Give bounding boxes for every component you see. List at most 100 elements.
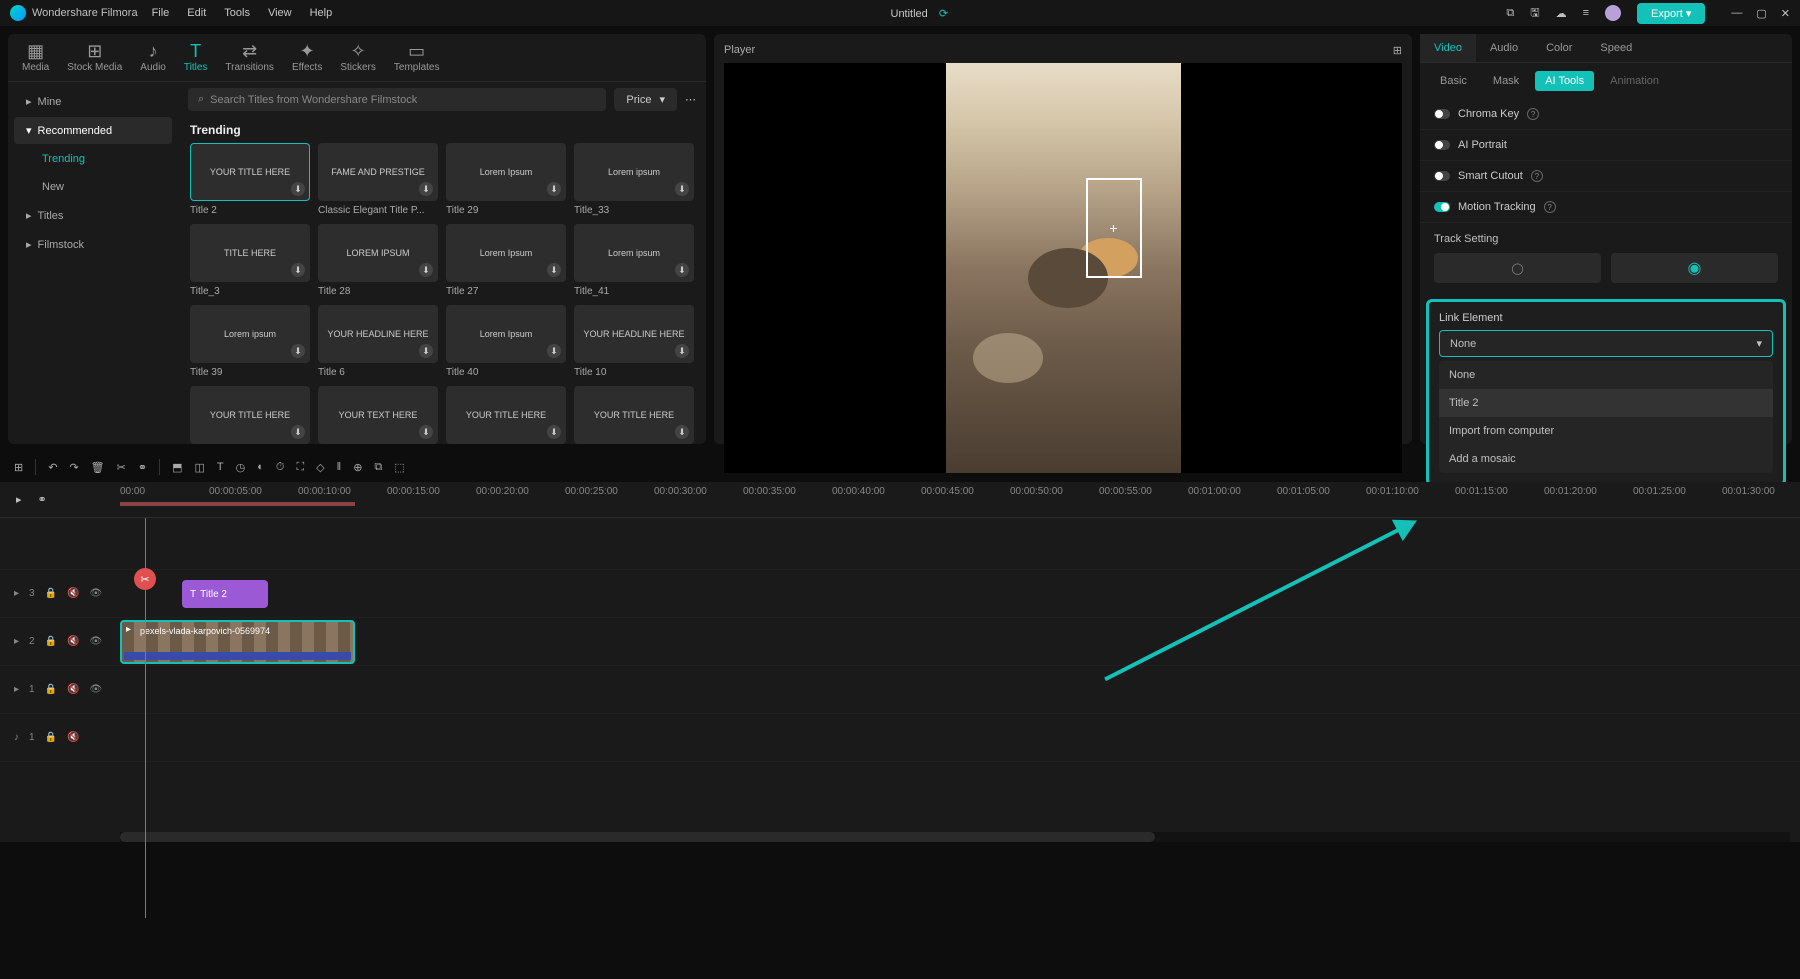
undo-icon[interactable]: ↶	[48, 461, 57, 474]
asset-item[interactable]: YOUR HEADLINE HERE⬇Title 6	[318, 305, 438, 378]
tag-icon[interactable]: ⬒	[172, 461, 182, 474]
extra-icon[interactable]: ⬚	[394, 461, 404, 474]
layout-icon[interactable]: ⊞	[14, 461, 23, 474]
sidebar-item-titles[interactable]: ▸Titles	[14, 202, 172, 229]
lock-icon[interactable]: 🔒	[45, 588, 57, 599]
mute-icon[interactable]: 🔇	[67, 684, 79, 695]
asset-item[interactable]: LOREM IPSUM⬇Title 28	[318, 224, 438, 297]
download-icon[interactable]: ⬇	[547, 182, 561, 196]
download-icon[interactable]: ⬇	[291, 182, 305, 196]
text-icon[interactable]: T	[217, 461, 224, 473]
row-motion[interactable]: Motion Tracking ?	[1420, 192, 1792, 223]
maximize-icon[interactable]: ▢	[1756, 7, 1766, 20]
asset-thumbnail[interactable]: Lorem Ipsum⬇	[446, 224, 566, 282]
subtab-basic[interactable]: Basic	[1430, 71, 1477, 91]
sidebar-item-new[interactable]: New	[14, 174, 172, 200]
tab-audio[interactable]: ♪Audio	[140, 42, 166, 73]
track3-icon[interactable]: ▸	[14, 588, 19, 599]
track2-body[interactable]: ▸pexels-vlada-karpovich-0569974	[120, 618, 1800, 665]
sidebar-item-recommended[interactable]: ▾Recommended	[14, 117, 172, 144]
asset-item[interactable]: TITLE HERE⬇Title_3	[190, 224, 310, 297]
track-setting-b[interactable]: ◉	[1611, 253, 1778, 283]
effect-icon[interactable]: ◇	[316, 461, 324, 474]
asset-item[interactable]: FAME AND PRESTIGE⬇Classic Elegant Title …	[318, 143, 438, 216]
motion-track-box[interactable]	[1086, 178, 1142, 278]
eye-icon[interactable]: 👁	[90, 636, 103, 647]
ruler-link-icon[interactable]: ⚭	[38, 493, 47, 506]
asset-item[interactable]: YOUR TITLE HERE⬇Title 14	[190, 386, 310, 444]
menu-tools[interactable]: Tools	[224, 7, 250, 19]
download-icon[interactable]: ⬇	[547, 344, 561, 358]
rtab-color[interactable]: Color	[1532, 34, 1586, 62]
rtab-audio[interactable]: Audio	[1476, 34, 1532, 62]
subtab-animation[interactable]: Animation	[1600, 71, 1669, 91]
asset-item[interactable]: Lorem Ipsum⬇Title 29	[446, 143, 566, 216]
mute-icon[interactable]: 🔇	[67, 732, 79, 743]
asset-thumbnail[interactable]: LOREM IPSUM⬇	[318, 224, 438, 282]
tab-media[interactable]: ▦Media	[22, 42, 49, 73]
asset-item[interactable]: Lorem Ipsum⬇Title 27	[446, 224, 566, 297]
track1-body[interactable]	[120, 666, 1800, 713]
asset-item[interactable]: YOUR TITLE HERE⬇Title 2	[190, 143, 310, 216]
row-chroma[interactable]: Chroma Key ?	[1420, 99, 1792, 130]
help-icon[interactable]: ?	[1544, 201, 1556, 213]
eye-icon[interactable]: 👁	[90, 684, 103, 695]
sidebar-item-filmstock[interactable]: ▸Filmstock	[14, 231, 172, 258]
price-dropdown[interactable]: Price▾	[614, 88, 677, 111]
track1-icon[interactable]: ▸	[14, 684, 19, 695]
asset-thumbnail[interactable]: YOUR TEXT HERE⬇	[318, 386, 438, 444]
lock-icon[interactable]: 🔒	[45, 684, 57, 695]
download-icon[interactable]: ⬇	[291, 344, 305, 358]
subtab-aitools[interactable]: AI Tools	[1535, 71, 1594, 91]
speed-icon[interactable]: ◷	[236, 461, 246, 474]
mute-icon[interactable]: 🔇	[67, 588, 79, 599]
asset-thumbnail[interactable]: Lorem Ipsum⬇	[446, 305, 566, 363]
clip-title[interactable]: TTitle 2	[182, 580, 268, 608]
menu-view[interactable]: View	[268, 7, 292, 19]
export-button[interactable]: Export ▾	[1637, 3, 1705, 24]
dd-option-title2[interactable]: Title 2	[1439, 389, 1773, 417]
cloud-sync-icon[interactable]: ⟳	[939, 8, 948, 20]
sidebar-item-mine[interactable]: ▸Mine	[14, 88, 172, 115]
eye-icon[interactable]: 👁	[90, 588, 103, 599]
tab-transitions[interactable]: ⇄Transitions	[225, 42, 274, 73]
align-icon[interactable]: ‖	[337, 461, 342, 473]
help-icon[interactable]: ?	[1527, 108, 1539, 120]
devices-icon[interactable]: ⧉	[1506, 7, 1514, 20]
minimize-icon[interactable]: —	[1731, 7, 1742, 20]
marker-add-icon[interactable]: ⊕	[353, 461, 362, 474]
expand-icon[interactable]: ⛶	[296, 461, 304, 474]
track-setting-a[interactable]: ◯	[1434, 253, 1601, 283]
search-input[interactable]: ⌕Search Titles from Wondershare Filmstoc…	[188, 88, 606, 111]
asset-thumbnail[interactable]: Lorem ipsum⬇	[574, 224, 694, 282]
delete-icon[interactable]: 🗑	[91, 461, 105, 474]
menu-icon[interactable]: ≡	[1583, 7, 1589, 19]
playhead-handle[interactable]: ✂	[134, 568, 156, 590]
download-icon[interactable]: ⬇	[547, 425, 561, 439]
rtab-video[interactable]: Video	[1420, 34, 1476, 62]
range-selection[interactable]	[120, 502, 355, 506]
redo-icon[interactable]: ↷	[69, 461, 78, 474]
asset-item[interactable]: YOUR TEXT HERE⬇New Title 2	[318, 386, 438, 444]
clock-icon[interactable]: ⏱	[276, 461, 285, 474]
asset-item[interactable]: Lorem ipsum⬇Title_41	[574, 224, 694, 297]
asset-thumbnail[interactable]: FAME AND PRESTIGE⬇	[318, 143, 438, 201]
asset-thumbnail[interactable]: YOUR TITLE HERE⬇	[190, 143, 310, 201]
dd-option-import[interactable]: Import from computer	[1439, 417, 1773, 445]
row-portrait[interactable]: AI Portrait	[1420, 130, 1792, 161]
chroma-toggle[interactable]	[1434, 109, 1450, 119]
asset-thumbnail[interactable]: YOUR HEADLINE HERE⬇	[318, 305, 438, 363]
group-icon[interactable]: ⧉	[374, 461, 382, 474]
timeline-ruler[interactable]: ▸ ⚭ 00:0000:00:05:0000:00:10:0000:00:15:…	[0, 482, 1800, 518]
subtab-mask[interactable]: Mask	[1483, 71, 1529, 91]
asset-thumbnail[interactable]: YOUR TITLE HERE⬇	[446, 386, 566, 444]
lock-icon[interactable]: 🔒	[45, 636, 57, 647]
mute-icon[interactable]: 🔇	[67, 636, 79, 647]
download-icon[interactable]: ⬇	[675, 344, 689, 358]
close-icon[interactable]: ✕	[1781, 7, 1790, 20]
save-icon[interactable]: 🖫	[1530, 4, 1539, 23]
asset-thumbnail[interactable]: Lorem Ipsum⬇	[446, 143, 566, 201]
avatar[interactable]	[1605, 5, 1621, 21]
atrack-body[interactable]	[120, 714, 1800, 761]
tab-titles[interactable]: TTitles	[184, 42, 208, 73]
